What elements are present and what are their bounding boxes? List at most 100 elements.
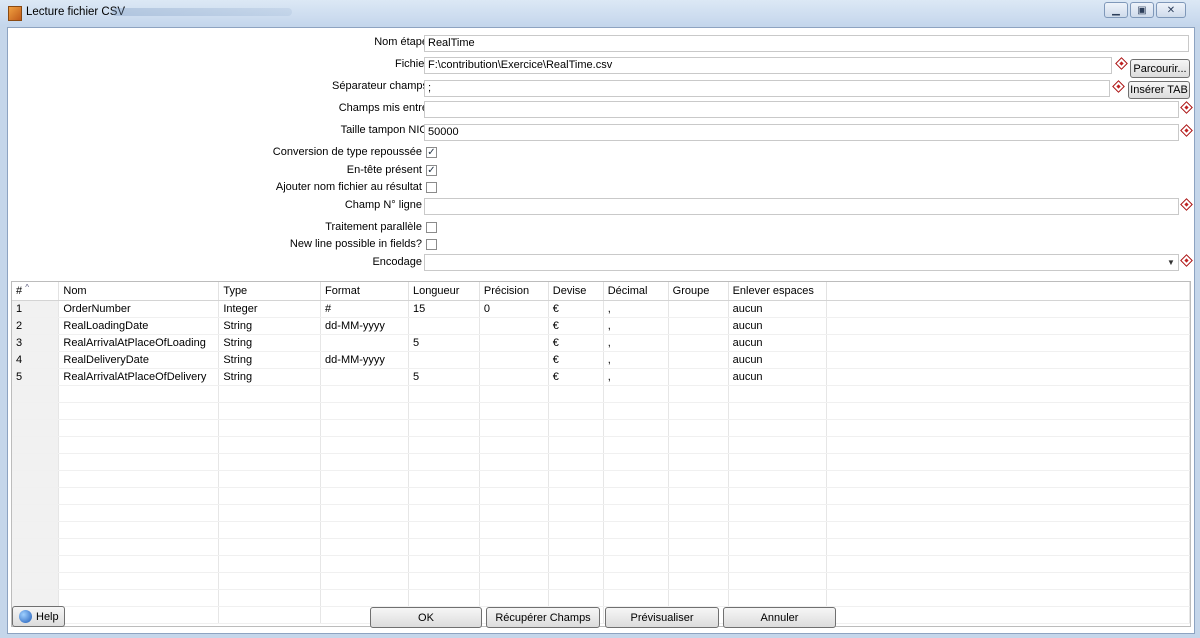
field-decimal-cell[interactable] xyxy=(603,436,669,454)
column-header-currency[interactable]: Devise xyxy=(548,282,604,301)
field-length-cell[interactable] xyxy=(408,538,480,556)
field-decimal-cell[interactable] xyxy=(603,572,669,590)
field-type-cell[interactable]: String xyxy=(218,368,322,386)
field-currency-cell[interactable] xyxy=(548,487,604,505)
ok-button[interactable]: OK xyxy=(370,607,482,628)
field-currency-cell[interactable] xyxy=(548,419,604,437)
row-index-cell[interactable] xyxy=(12,589,60,607)
field-group-cell[interactable] xyxy=(668,317,729,335)
field-precision-cell[interactable] xyxy=(479,368,549,386)
field-length-cell[interactable] xyxy=(408,555,480,573)
field-format-cell[interactable] xyxy=(320,453,409,471)
field-name-cell[interactable] xyxy=(58,419,220,437)
insert-tab-button[interactable]: Insérer TAB xyxy=(1128,81,1190,99)
field-type-cell[interactable] xyxy=(218,470,322,488)
field-format-cell[interactable] xyxy=(320,419,409,437)
table-row[interactable] xyxy=(12,606,1190,624)
field-trim-cell[interactable] xyxy=(728,419,827,437)
table-row[interactable] xyxy=(12,385,1190,403)
field-name-cell[interactable] xyxy=(58,402,220,420)
field-decimal-cell[interactable] xyxy=(603,402,669,420)
table-row[interactable] xyxy=(12,453,1190,471)
field-length-cell[interactable] xyxy=(408,589,480,607)
column-header-precision[interactable]: Précision xyxy=(479,282,549,301)
enclosure-input[interactable] xyxy=(424,101,1179,118)
preview-button[interactable]: Prévisualiser xyxy=(605,607,719,628)
separator-input[interactable]: ; xyxy=(424,80,1110,97)
field-length-cell[interactable] xyxy=(408,572,480,590)
field-decimal-cell[interactable] xyxy=(603,504,669,522)
field-name-cell[interactable] xyxy=(58,555,220,573)
field-decimal-cell[interactable]: , xyxy=(603,368,669,386)
browse-button[interactable]: Parcourir... xyxy=(1130,59,1190,78)
field-decimal-cell[interactable] xyxy=(603,453,669,471)
field-precision-cell[interactable] xyxy=(479,453,549,471)
field-decimal-cell[interactable] xyxy=(603,470,669,488)
field-name-cell[interactable] xyxy=(58,470,220,488)
field-precision-cell[interactable] xyxy=(479,402,549,420)
field-group-cell[interactable] xyxy=(668,419,729,437)
field-group-cell[interactable] xyxy=(668,453,729,471)
field-decimal-cell[interactable]: , xyxy=(603,317,669,335)
row-index-cell[interactable] xyxy=(12,521,60,539)
field-length-cell[interactable]: 5 xyxy=(408,334,480,352)
field-length-cell[interactable] xyxy=(408,453,480,471)
header-present-checkbox[interactable]: ✓ xyxy=(426,165,437,176)
table-row[interactable]: 2 RealLoadingDate String dd-MM-yyyy €, aucun xyxy=(12,317,1190,335)
row-index-cell[interactable] xyxy=(12,419,60,437)
field-precision-cell[interactable] xyxy=(479,521,549,539)
table-row[interactable] xyxy=(12,521,1190,539)
field-length-cell[interactable] xyxy=(408,402,480,420)
field-group-cell[interactable] xyxy=(668,368,729,386)
column-header-group[interactable]: Groupe xyxy=(668,282,729,301)
field-trim-cell[interactable] xyxy=(728,572,827,590)
cancel-button[interactable]: Annuler xyxy=(723,607,836,628)
field-type-cell[interactable] xyxy=(218,436,322,454)
field-group-cell[interactable] xyxy=(668,555,729,573)
field-format-cell[interactable] xyxy=(320,385,409,403)
field-decimal-cell[interactable]: , xyxy=(603,300,669,318)
field-decimal-cell[interactable] xyxy=(603,385,669,403)
field-precision-cell[interactable] xyxy=(479,538,549,556)
field-group-cell[interactable] xyxy=(668,300,729,318)
field-currency-cell[interactable] xyxy=(548,402,604,420)
row-index-cell[interactable]: 4 xyxy=(12,351,60,369)
field-group-cell[interactable] xyxy=(668,504,729,522)
field-trim-cell[interactable] xyxy=(728,504,827,522)
column-header-name[interactable]: Nom xyxy=(58,282,220,301)
field-currency-cell[interactable] xyxy=(548,504,604,522)
table-row[interactable]: 4 RealDeliveryDate String dd-MM-yyyy €, aucun xyxy=(12,351,1190,369)
add-filename-checkbox[interactable] xyxy=(426,182,437,193)
step-name-input[interactable]: RealTime xyxy=(424,35,1189,52)
column-header-length[interactable]: Longueur xyxy=(408,282,480,301)
table-row[interactable] xyxy=(12,470,1190,488)
field-length-cell[interactable]: 15 xyxy=(408,300,480,318)
chevron-down-icon[interactable]: ▼ xyxy=(1164,255,1178,270)
field-name-cell[interactable] xyxy=(58,436,220,454)
field-precision-cell[interactable]: 0 xyxy=(479,300,549,318)
field-group-cell[interactable] xyxy=(668,385,729,403)
field-trim-cell[interactable] xyxy=(728,436,827,454)
column-header-decimal[interactable]: Décimal xyxy=(603,282,669,301)
field-name-cell[interactable] xyxy=(58,504,220,522)
field-precision-cell[interactable] xyxy=(479,351,549,369)
field-currency-cell[interactable]: € xyxy=(548,351,604,369)
field-type-cell[interactable]: String xyxy=(218,334,322,352)
row-index-cell[interactable] xyxy=(12,572,60,590)
field-name-cell[interactable] xyxy=(58,572,220,590)
close-button[interactable]: ✕ xyxy=(1156,2,1186,18)
field-type-cell[interactable] xyxy=(218,589,322,607)
field-format-cell[interactable] xyxy=(320,572,409,590)
field-type-cell[interactable] xyxy=(218,606,322,624)
field-type-cell[interactable] xyxy=(218,521,322,539)
encoding-select[interactable]: ▼ xyxy=(424,254,1179,271)
field-trim-cell[interactable] xyxy=(728,453,827,471)
field-group-cell[interactable] xyxy=(668,538,729,556)
field-currency-cell[interactable]: € xyxy=(548,300,604,318)
field-trim-cell[interactable] xyxy=(728,470,827,488)
field-length-cell[interactable] xyxy=(408,385,480,403)
field-name-cell[interactable]: RealArrivalAtPlaceOfLoading xyxy=(58,334,220,352)
table-row[interactable] xyxy=(12,572,1190,590)
field-trim-cell[interactable]: aucun xyxy=(728,368,827,386)
field-name-cell[interactable] xyxy=(58,538,220,556)
